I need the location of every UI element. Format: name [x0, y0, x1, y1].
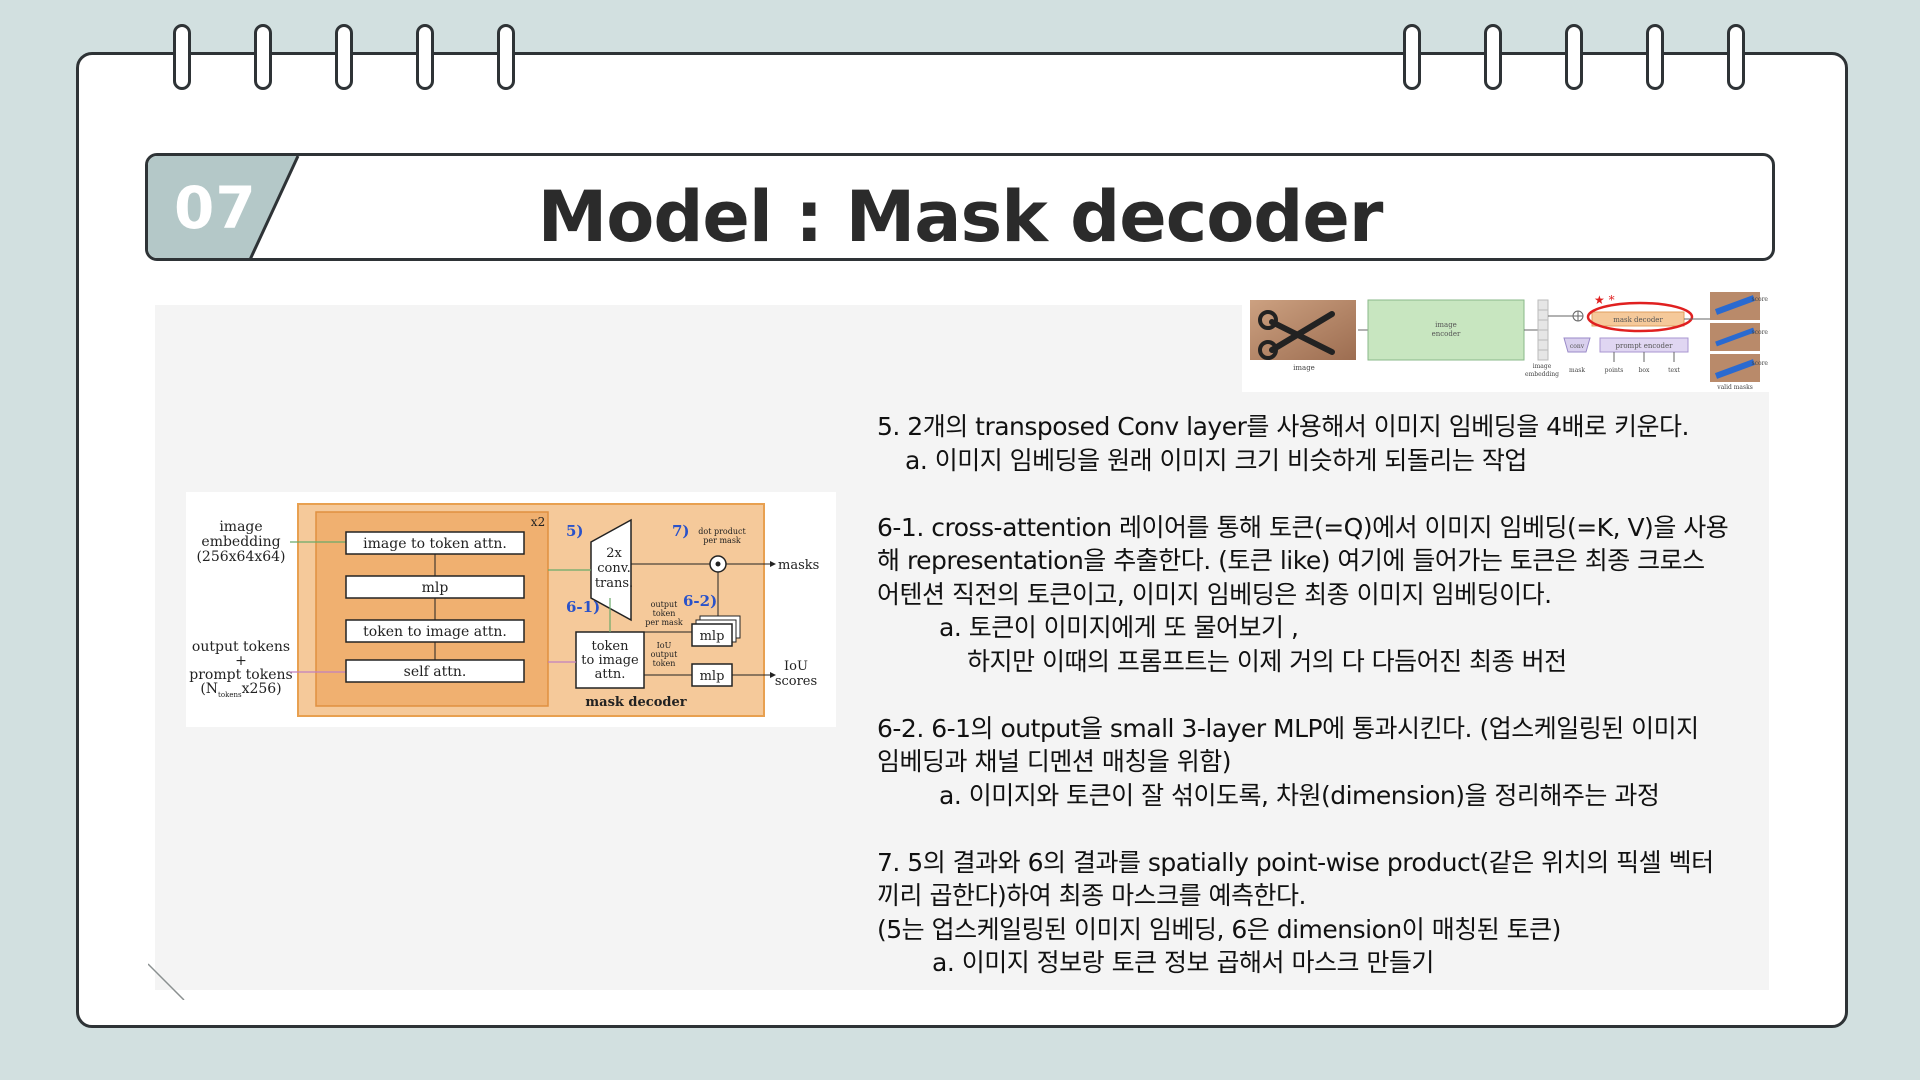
- binder-ring: [335, 24, 353, 90]
- svg-text:image: image: [219, 519, 262, 535]
- sam-pipeline-diagram: image image encoder image embedding conv…: [1242, 292, 1772, 392]
- svg-text:dot product: dot product: [698, 527, 746, 536]
- svg-text:embedding: embedding: [201, 534, 280, 550]
- step-6-2-label: 6-2): [683, 592, 717, 610]
- svg-text:conv.: conv.: [597, 561, 630, 576]
- svg-text:masks: masks: [778, 558, 819, 573]
- svg-text:image: image: [1435, 321, 1457, 329]
- binder-ring: [254, 24, 272, 90]
- note-line: 5. 2개의 transposed Conv layer를 사용해서 이미지 임…: [877, 412, 1689, 441]
- svg-text:to image: to image: [581, 653, 639, 668]
- corner-fold-mark: [148, 963, 185, 1000]
- svg-text:self attn.: self attn.: [404, 664, 467, 680]
- svg-text:encoder: encoder: [1432, 330, 1461, 338]
- binder-ring: [1727, 24, 1745, 90]
- mask-decoder-caption: mask decoder: [585, 695, 686, 710]
- binder-ring: [173, 24, 191, 90]
- step-5-label: 5): [566, 522, 584, 540]
- svg-text:output: output: [651, 650, 678, 659]
- svg-text:mask: mask: [1569, 367, 1585, 374]
- svg-text:★ *: ★ *: [1594, 293, 1615, 307]
- svg-text:mlp: mlp: [700, 629, 725, 644]
- binder-ring: [1565, 24, 1583, 90]
- note-line: a. 이미지 정보랑 토큰 정보 곱해서 마스크 만들기: [932, 948, 1434, 977]
- svg-text:score: score: [1752, 329, 1769, 336]
- svg-text:trans.: trans.: [595, 576, 633, 591]
- svg-text:x2: x2: [531, 515, 545, 529]
- note-line: a. 토큰이 이미지에게 또 물어보기 ,: [939, 613, 1299, 642]
- notes-text: 5. 2개의 transposed Conv layer를 사용해서 이미지 임…: [877, 410, 1777, 980]
- svg-text:conv: conv: [1570, 343, 1585, 350]
- svg-text:(Ntokensx256): (Ntokensx256): [200, 681, 281, 699]
- svg-text:embedding: embedding: [1525, 371, 1559, 378]
- note-line: 6-1. cross-attention 레이어를 통해 토큰(=Q)에서 이미…: [877, 512, 1729, 542]
- svg-text:token: token: [653, 609, 676, 618]
- note-line: (5는 업스케일링된 이미지 임베딩, 6은 dimension이 매칭된 토큰…: [877, 914, 1561, 944]
- svg-text:output: output: [651, 600, 678, 609]
- binder-ring: [416, 24, 434, 90]
- svg-text:prompt encoder: prompt encoder: [1616, 342, 1674, 350]
- svg-text:scores: scores: [775, 674, 817, 689]
- note-line: 6-2. 6-1의 output을 small 3-layer MLP에 통과시…: [877, 713, 1699, 743]
- svg-text:score: score: [1752, 360, 1769, 367]
- step-7-label: 7): [672, 522, 690, 540]
- svg-text:token: token: [592, 639, 630, 654]
- svg-text:box: box: [1639, 367, 1650, 374]
- svg-text:attn.: attn.: [595, 667, 626, 682]
- note-line: 7. 5의 결과와 6의 결과를 spatially point-wise pr…: [877, 847, 1714, 877]
- mask-decoder-diagram: image embedding (256x64x64) output token…: [186, 492, 836, 727]
- svg-text:token to image attn.: token to image attn.: [363, 624, 507, 640]
- svg-text:points: points: [1605, 367, 1624, 374]
- svg-text:mask decoder: mask decoder: [1613, 316, 1663, 324]
- note-line: 하지만 이때의 프롬프트는 이제 거의 다 다듬어진 최종 버전: [967, 646, 1567, 676]
- svg-text:IoU: IoU: [657, 641, 672, 650]
- svg-text:image: image: [1533, 363, 1552, 370]
- image-label: image: [1293, 364, 1315, 372]
- svg-text:text: text: [1668, 367, 1680, 374]
- note-line: 임베딩과 채널 디멘션 매칭을 위함): [877, 747, 1232, 776]
- binder-ring: [497, 24, 515, 90]
- svg-text:token: token: [653, 659, 676, 668]
- svg-text:(256x64x64): (256x64x64): [196, 549, 285, 565]
- svg-text:score: score: [1752, 296, 1769, 303]
- binder-ring: [1403, 24, 1421, 90]
- step-6-1-label: 6-1): [566, 598, 600, 616]
- note-line: 해 representation을 추출한다. (토큰 like) 여기에 들어…: [877, 546, 1705, 575]
- svg-text:per mask: per mask: [645, 618, 683, 627]
- svg-text:2x: 2x: [606, 546, 622, 561]
- svg-text:valid masks: valid masks: [1716, 384, 1753, 391]
- svg-text:IoU: IoU: [784, 659, 808, 674]
- title-bar: 07 Model : Mask decoder: [145, 153, 1775, 261]
- note-line: a. 이미지와 토큰이 잘 섞이도록, 차원(dimension)을 정리해주는…: [939, 780, 1660, 810]
- svg-text:mlp: mlp: [422, 580, 449, 596]
- svg-text:image to token attn.: image to token attn.: [363, 536, 507, 552]
- binder-ring: [1484, 24, 1502, 90]
- svg-text:per mask: per mask: [703, 536, 741, 545]
- note-line: 끼리 곱한다)하여 최종 마스크를 예측한다.: [877, 881, 1307, 910]
- note-line: a. 이미지 임베딩을 원래 이미지 크기 비슷하게 되돌리는 작업: [905, 445, 1527, 475]
- svg-text:mlp: mlp: [700, 669, 725, 684]
- note-line: 어텐션 직전의 토큰이고, 이미지 임베딩은 최종 이미지 임베딩이다.: [877, 579, 1552, 609]
- page-title: Model : Mask decoder: [537, 176, 1384, 258]
- binder-ring: [1646, 24, 1664, 90]
